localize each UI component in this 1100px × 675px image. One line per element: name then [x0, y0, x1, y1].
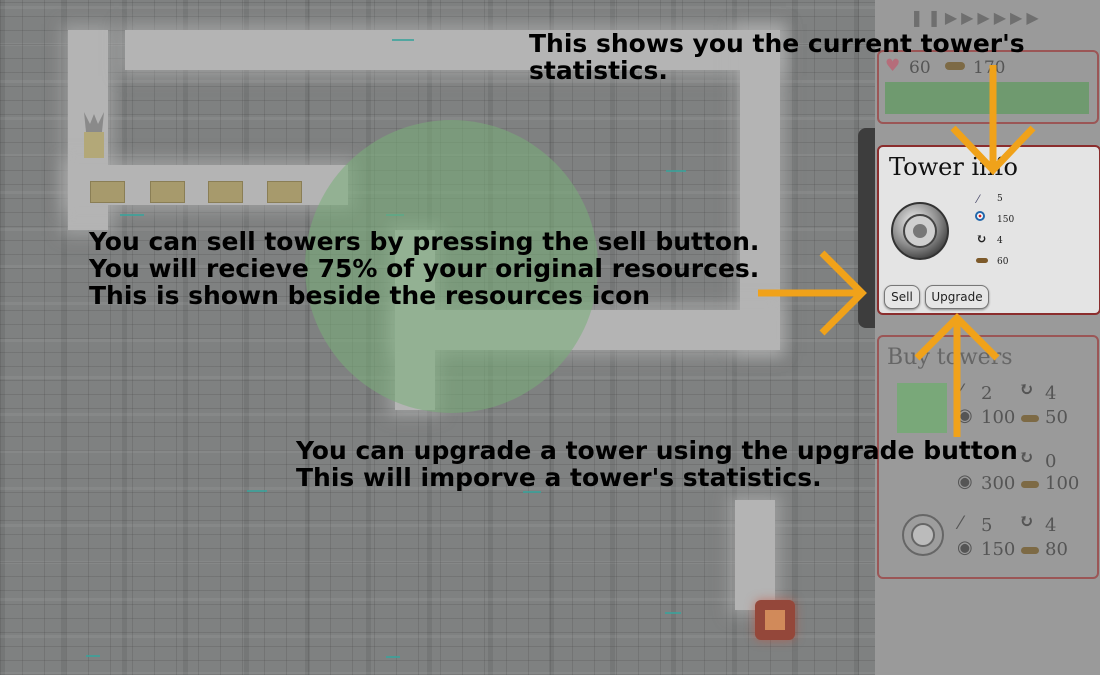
sell-caption: You can sell towers by pressing the sell… [89, 227, 760, 310]
arrow-right-icon [758, 250, 867, 336]
upgrade-caption: You can upgrade a tower using the upgrad… [296, 436, 1018, 492]
tutorial-arrows [758, 65, 1036, 437]
arrow-up-icon [914, 313, 1000, 437]
stats-caption: This shows you the current tower's stati… [529, 29, 1025, 85]
